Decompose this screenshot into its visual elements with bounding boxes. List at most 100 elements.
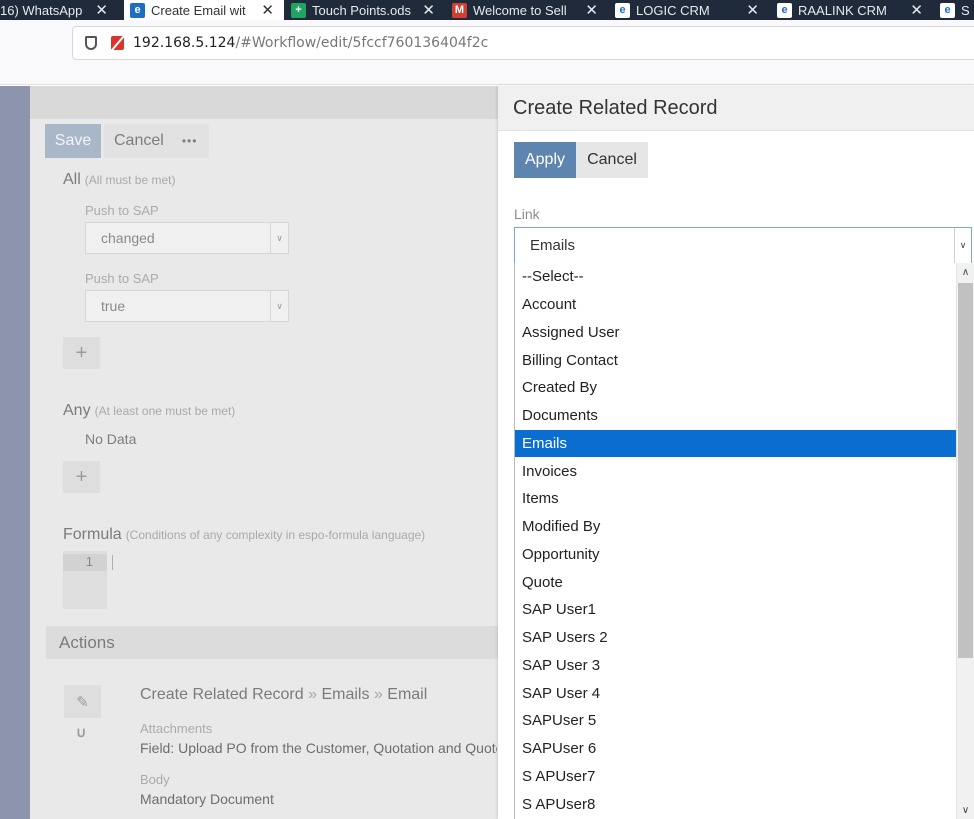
- browser-tab-label: Welcome to Sell: [473, 2, 567, 18]
- condition-value-text: true: [101, 298, 126, 314]
- close-tab-icon[interactable]: ✕: [746, 1, 759, 19]
- formula-line-number: 1: [63, 554, 107, 571]
- formula-heading: Formula (Conditions of any complexity in …: [63, 526, 425, 544]
- link-option[interactable]: SAPUser 5: [515, 707, 957, 735]
- link-options-list: --Select-- Account Assigned User Billing Co…: [514, 263, 974, 819]
- browser-tab-strip: 16) WhatsApp ✕ e Create Email wit ✕ + Touch Po…: [0, 0, 974, 20]
- link-select[interactable]: Emails ∨: [514, 227, 972, 264]
- action-title: Create Related Record » Emails » Email: [140, 686, 427, 704]
- link-option[interactable]: Opportunity: [515, 541, 957, 569]
- browser-tab-label: S: [961, 2, 970, 18]
- body-value: Mandatory Document: [140, 791, 274, 807]
- any-heading-label: Any: [63, 402, 91, 419]
- browser-tab-label: Create Email wit: [151, 2, 246, 18]
- espo-icon: e: [777, 2, 792, 18]
- tracking-protection-shield-icon[interactable]: [85, 36, 97, 50]
- save-button[interactable]: Save: [45, 124, 101, 158]
- link-option[interactable]: Billing Contact: [515, 346, 957, 374]
- action-title-type: Create Related Record: [140, 686, 304, 703]
- close-tab-icon[interactable]: ✕: [95, 1, 108, 19]
- formula-heading-label: Formula: [63, 526, 122, 543]
- app-sidebar-strip: [0, 86, 30, 819]
- link-option[interactable]: Account: [515, 291, 957, 319]
- browser-tab[interactable]: e Create Email wit ✕: [124, 0, 284, 20]
- scroll-up-arrow-icon[interactable]: ∧: [957, 263, 974, 281]
- condition-type-select[interactable]: changed ∨: [85, 222, 289, 254]
- formula-cursor: [112, 555, 113, 570]
- link-option[interactable]: Documents: [515, 402, 957, 430]
- any-empty-text: No Data: [85, 431, 137, 447]
- url-bar[interactable]: 192.168.5.124/#Workflow/edit/5fccf760136…: [72, 26, 974, 60]
- link-option[interactable]: Emails: [515, 429, 957, 458]
- espo-icon: e: [130, 2, 145, 18]
- all-conditions-heading: All (All must be met): [63, 171, 175, 189]
- more-actions-icon[interactable]: •••: [182, 134, 198, 148]
- dropdown-scrollbar[interactable]: ∧ ∨: [956, 263, 974, 819]
- espo-icon: e: [615, 2, 630, 18]
- condition-field-label: Push to SAP: [85, 271, 159, 286]
- action-title-separator: »: [373, 686, 383, 703]
- close-tab-icon[interactable]: ✕: [910, 1, 923, 19]
- url-path: /#Workflow/edit/5fccf760136404f2c: [235, 35, 489, 51]
- apply-button[interactable]: Apply: [514, 142, 576, 178]
- link-option[interactable]: Assigned User: [515, 319, 957, 347]
- any-conditions-heading: Any (At least one must be met): [63, 402, 235, 420]
- link-select-value: Emails: [530, 237, 576, 254]
- link-option[interactable]: --Select--: [515, 263, 957, 291]
- attachments-label: Attachments: [140, 721, 213, 736]
- condition-value-select[interactable]: true ∨: [85, 290, 289, 322]
- link-option[interactable]: SAP User 3: [515, 652, 957, 680]
- insecure-connection-icon[interactable]: [111, 36, 124, 50]
- cancel-label: Cancel: [114, 132, 164, 149]
- chevron-down-icon: ∨: [270, 291, 288, 321]
- close-tab-icon[interactable]: ✕: [261, 1, 274, 19]
- edit-action-button[interactable]: ✎: [64, 685, 101, 718]
- add-all-condition-button[interactable]: +: [63, 337, 100, 369]
- browser-tab-label: Touch Points.ods: [312, 2, 412, 18]
- browser-tab-label: RAALINK CRM: [798, 2, 887, 18]
- close-tab-icon[interactable]: ✕: [422, 1, 435, 19]
- link-option[interactable]: SAP User1: [515, 596, 957, 624]
- dialog-cancel-button[interactable]: Cancel: [576, 142, 648, 178]
- url-text[interactable]: 192.168.5.124/#Workflow/edit/5fccf760136…: [133, 35, 488, 51]
- attachments-value: Field: Upload PO from the Customer, Quot…: [140, 740, 497, 756]
- browser-tab-label: LOGIC CRM: [636, 2, 710, 18]
- condition-type-value: changed: [101, 230, 155, 246]
- link-option[interactable]: SAPUser 6: [515, 735, 957, 763]
- scrollbar-thumb[interactable]: [958, 283, 973, 658]
- browser-tab[interactable]: e RAALINK CRM ✕: [771, 0, 933, 20]
- action-title-entity: Email: [387, 686, 428, 703]
- body-label: Body: [140, 772, 170, 787]
- sheet-icon: +: [291, 2, 306, 18]
- magnet-icon: ∪: [76, 724, 87, 740]
- link-option[interactable]: Created By: [515, 374, 957, 402]
- browser-tab[interactable]: M Welcome to Sell ✕: [446, 0, 608, 20]
- close-tab-icon[interactable]: ✕: [585, 1, 598, 19]
- dialog-title: Create Related Record: [498, 86, 974, 131]
- link-option[interactable]: S APUser8: [515, 790, 957, 818]
- chevron-down-icon: ∨: [270, 223, 288, 253]
- link-option[interactable]: Items: [515, 485, 957, 513]
- link-option[interactable]: S APUser7: [515, 763, 957, 791]
- browser-tab[interactable]: + Touch Points.ods ✕: [285, 0, 445, 20]
- link-field-label: Link: [514, 206, 540, 222]
- scroll-down-arrow-icon[interactable]: ∨: [957, 801, 974, 819]
- actions-heading: Actions: [46, 626, 498, 659]
- pencil-icon: ✎: [76, 693, 89, 711]
- browser-tab[interactable]: eS: [934, 0, 974, 20]
- action-title-separator: »: [308, 686, 317, 703]
- chevron-down-icon[interactable]: ∨: [954, 228, 971, 263]
- link-option[interactable]: SAP Users 2: [515, 624, 957, 652]
- browser-tab[interactable]: 16) WhatsApp ✕: [0, 0, 118, 20]
- link-option[interactable]: Modified By: [515, 513, 957, 541]
- link-option[interactable]: Quote: [515, 568, 957, 596]
- cancel-button[interactable]: Cancel •••: [104, 124, 209, 158]
- browser-tab[interactable]: e LOGIC CRM ✕: [609, 0, 769, 20]
- add-any-condition-button[interactable]: +: [63, 461, 100, 493]
- link-option[interactable]: SAP User 4: [515, 679, 957, 707]
- gmail-icon: M: [452, 2, 467, 18]
- link-option[interactable]: Invoices: [515, 457, 957, 485]
- condition-field-label: Push to SAP: [85, 203, 159, 218]
- all-heading-label: All: [63, 171, 81, 188]
- any-heading-hint: (At least one must be met): [94, 404, 236, 418]
